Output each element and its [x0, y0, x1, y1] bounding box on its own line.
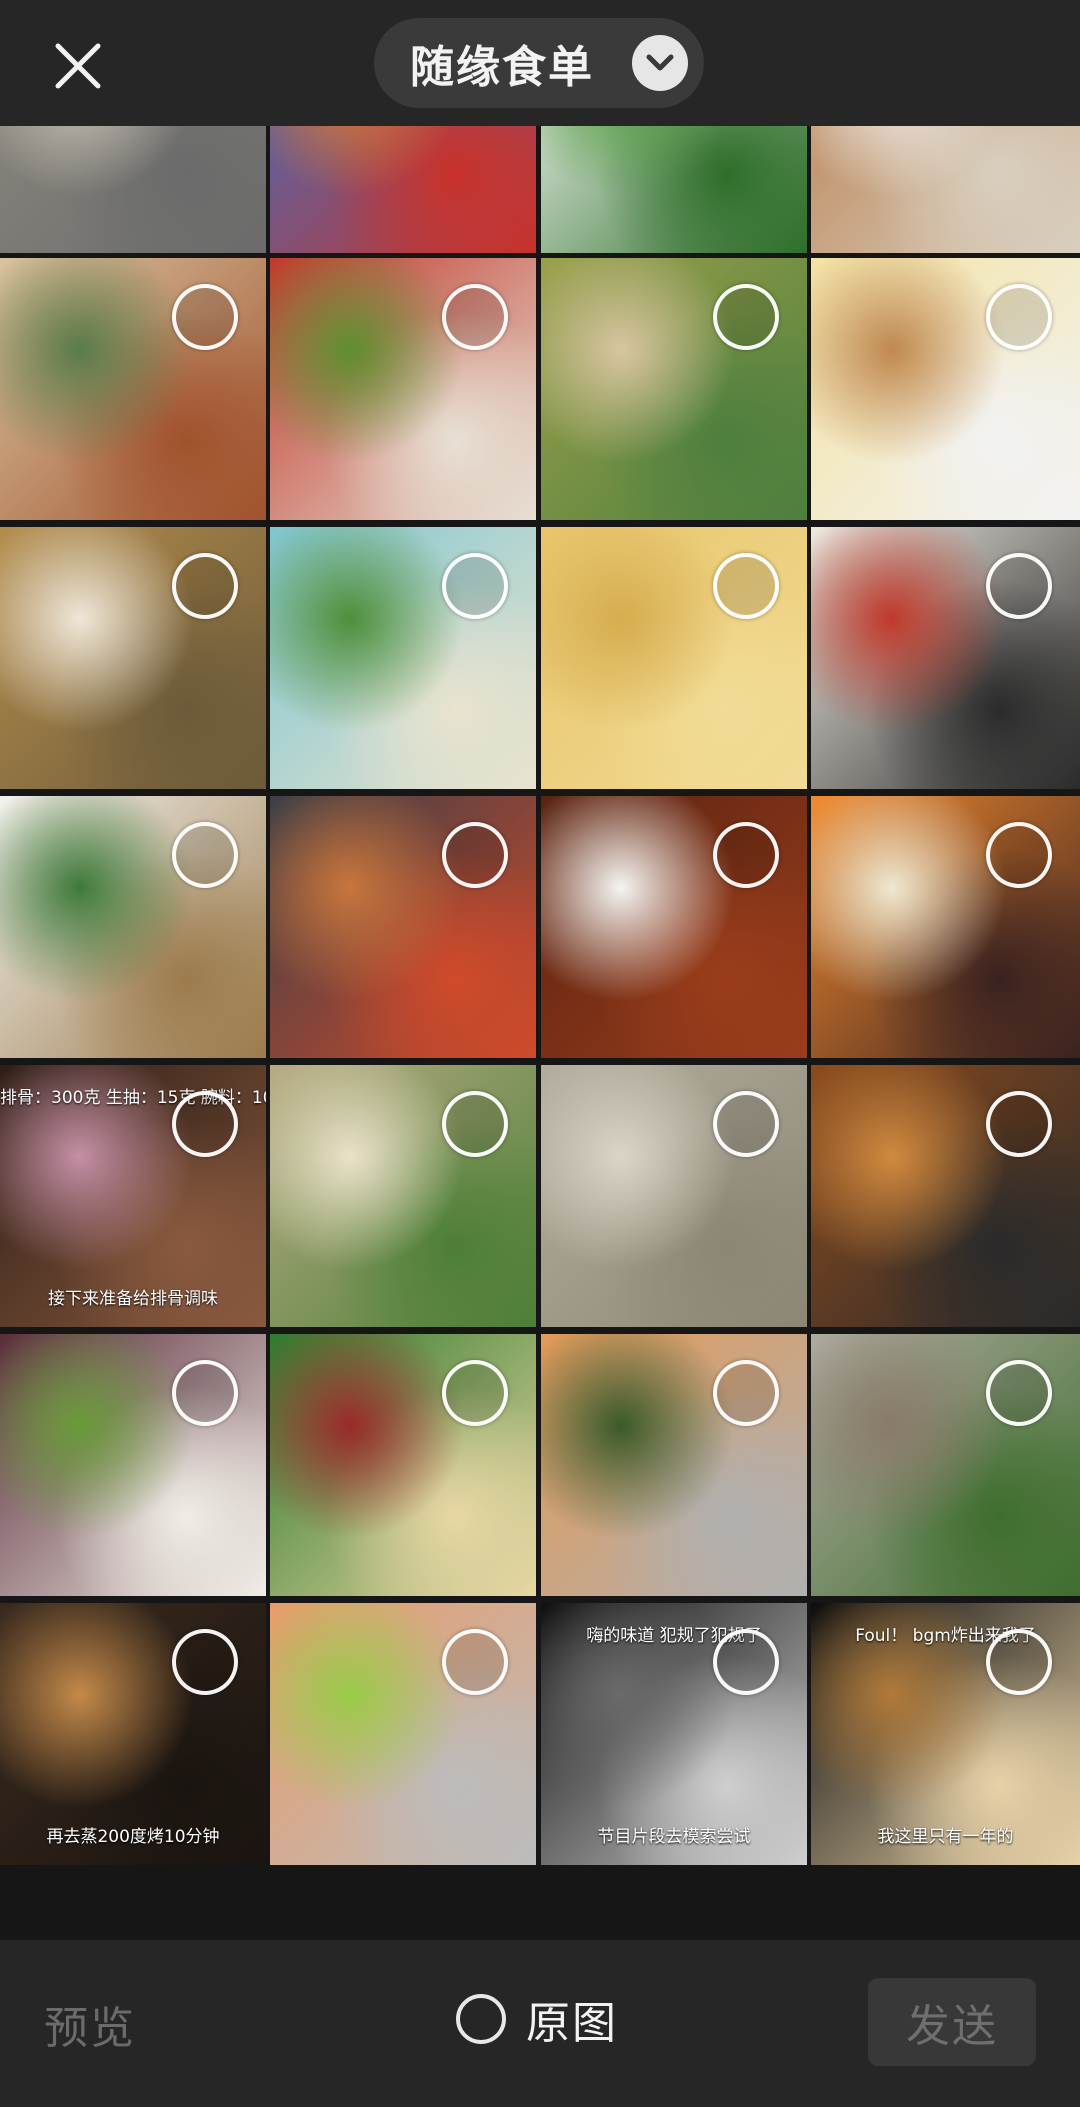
- select-circle-icon[interactable]: [986, 284, 1052, 350]
- photo-tile[interactable]: 嗨的味道 犯规了犯规了 节目片段去模索尝试: [541, 1603, 807, 1865]
- photo-thumbnail: [541, 126, 807, 253]
- select-circle-icon[interactable]: [442, 553, 508, 619]
- photo-caption: 接下来准备给排骨调味: [48, 1289, 218, 1309]
- photo-tile[interactable]: [811, 1065, 1080, 1327]
- select-circle-icon[interactable]: [442, 1629, 508, 1695]
- album-selector[interactable]: 随缘食单: [374, 18, 704, 108]
- select-circle-icon[interactable]: [172, 1091, 238, 1157]
- photo-tile[interactable]: [270, 796, 536, 1058]
- select-circle-icon[interactable]: [986, 1629, 1052, 1695]
- photo-thumbnail: [0, 126, 266, 253]
- select-circle-icon[interactable]: [172, 1629, 238, 1695]
- select-circle-icon[interactable]: [713, 1091, 779, 1157]
- select-circle-icon[interactable]: [713, 822, 779, 888]
- select-circle-icon[interactable]: [713, 553, 779, 619]
- photo-tile[interactable]: [811, 796, 1080, 1058]
- photo-caption: 节目片段去模索尝试: [597, 1827, 751, 1847]
- photo-tile[interactable]: [541, 1334, 807, 1596]
- photo-tile[interactable]: [0, 126, 266, 253]
- select-circle-icon[interactable]: [986, 822, 1052, 888]
- select-circle-icon[interactable]: [713, 1629, 779, 1695]
- close-button[interactable]: [50, 38, 106, 94]
- photo-tile[interactable]: [541, 527, 807, 789]
- chevron-down-icon: [632, 35, 688, 91]
- photo-tile[interactable]: [811, 258, 1080, 520]
- photo-tile[interactable]: [0, 1334, 266, 1596]
- close-icon: [55, 43, 101, 89]
- select-circle-icon[interactable]: [442, 284, 508, 350]
- select-circle-icon[interactable]: [172, 284, 238, 350]
- select-circle-icon[interactable]: [713, 284, 779, 350]
- select-circle-icon[interactable]: [442, 822, 508, 888]
- album-title: 随缘食单: [410, 42, 594, 93]
- photo-tile[interactable]: [270, 1065, 536, 1327]
- photo-tile[interactable]: [541, 126, 807, 253]
- photo-tile[interactable]: [270, 258, 536, 520]
- select-circle-icon[interactable]: [986, 1091, 1052, 1157]
- bottom-bar: 预览 原图 发送: [0, 1940, 1080, 2107]
- photo-thumbnail: [811, 126, 1080, 253]
- photo-tile[interactable]: 排骨：300克 生抽：15克 腕料：10克 接下来准备给排骨调味: [0, 1065, 266, 1327]
- photo-caption: 再去蒸200度烤10分钟: [46, 1827, 220, 1847]
- photo-tile[interactable]: [270, 126, 536, 253]
- photo-tile[interactable]: [0, 796, 266, 1058]
- top-bar: 随缘食单: [0, 0, 1080, 126]
- photo-tile[interactable]: [270, 1603, 536, 1865]
- select-circle-icon[interactable]: [172, 1360, 238, 1426]
- select-circle-icon[interactable]: [986, 1360, 1052, 1426]
- photo-tile[interactable]: [270, 527, 536, 789]
- select-circle-icon[interactable]: [172, 553, 238, 619]
- photo-thumbnail: [270, 126, 536, 253]
- select-circle-icon[interactable]: [172, 822, 238, 888]
- photo-picker-screen: 随缘食单 排骨：300克 生抽：15克 腕料：10克 接下来准备给排骨调味再去蒸2…: [0, 0, 1080, 2107]
- photo-tile[interactable]: [811, 1334, 1080, 1596]
- select-circle-icon[interactable]: [713, 1360, 779, 1426]
- photo-tile[interactable]: Foul！ bgm炸出来我了 我这里只有一年的: [811, 1603, 1080, 1865]
- select-circle-icon[interactable]: [442, 1360, 508, 1426]
- send-button[interactable]: 发送: [868, 1978, 1036, 2066]
- photo-tile[interactable]: [811, 126, 1080, 253]
- select-circle-icon[interactable]: [986, 553, 1052, 619]
- photo-tile[interactable]: [0, 258, 266, 520]
- photo-tile[interactable]: [541, 258, 807, 520]
- photo-tile[interactable]: [541, 1065, 807, 1327]
- photo-tile[interactable]: [811, 527, 1080, 789]
- photo-tile[interactable]: [270, 1334, 536, 1596]
- photo-tile[interactable]: [541, 796, 807, 1058]
- photo-tile[interactable]: 再去蒸200度烤10分钟: [0, 1603, 266, 1865]
- select-circle-icon[interactable]: [442, 1091, 508, 1157]
- original-toggle[interactable]: 原图: [456, 1984, 618, 2054]
- preview-button[interactable]: 预览: [44, 1992, 136, 2056]
- photo-caption: 我这里只有一年的: [877, 1827, 1014, 1847]
- radio-circle-icon: [456, 1994, 506, 2044]
- photo-tile[interactable]: [0, 527, 266, 789]
- original-label: 原图: [526, 1998, 618, 2049]
- photo-grid: 排骨：300克 生抽：15克 腕料：10克 接下来准备给排骨调味再去蒸200度烤1…: [0, 126, 1080, 1940]
